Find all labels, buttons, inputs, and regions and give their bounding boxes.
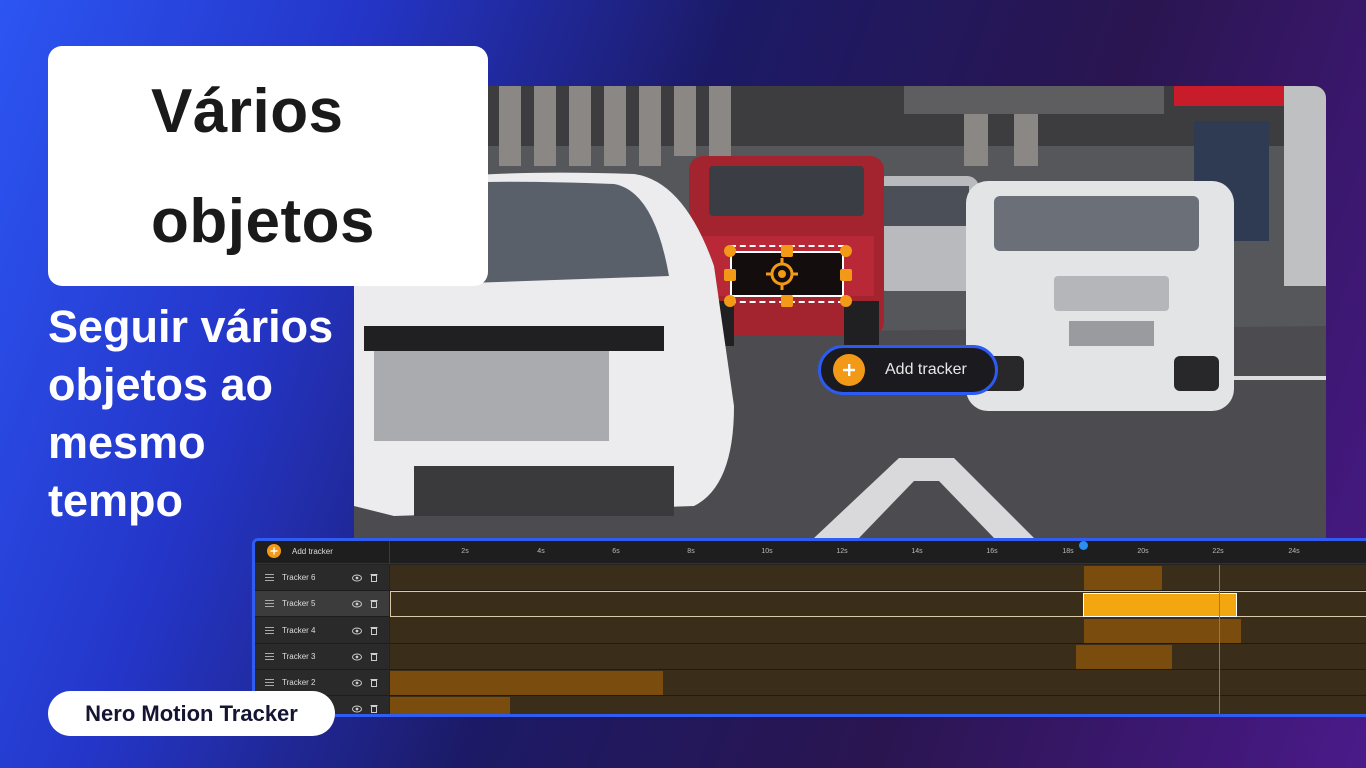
eye-icon[interactable]	[352, 705, 362, 713]
eye-icon[interactable]	[352, 574, 362, 582]
eye-icon[interactable]	[352, 627, 362, 635]
timeline-header: Add tracker 2s 4s 6s 8s 10s 12s 14s 16s …	[255, 541, 1366, 564]
resize-handle-top-right[interactable]	[840, 245, 852, 257]
add-tracker-button[interactable]: Add tracker	[818, 345, 998, 395]
playhead-handle[interactable]	[1079, 541, 1088, 550]
drag-handle-icon[interactable]	[265, 627, 274, 634]
subtitle: Seguir vários objetos ao mesmo tempo	[48, 301, 334, 526]
track-segment[interactable]	[1076, 645, 1172, 669]
resize-handle-top[interactable]	[781, 245, 793, 257]
eye-icon[interactable]	[352, 653, 362, 661]
ruler-tick-label: 16s	[986, 548, 998, 555]
trash-icon[interactable]	[370, 678, 378, 687]
track-name: Tracker 2	[282, 678, 316, 687]
ruler-tick-label: 22s	[1212, 548, 1224, 555]
ruler-tick-label: 20s	[1137, 548, 1149, 555]
resize-handle-bottom-right[interactable]	[840, 295, 852, 307]
track-segment[interactable]	[390, 671, 663, 695]
eye-icon[interactable]	[352, 600, 362, 608]
track-name: Tracker 3	[282, 652, 316, 661]
track-row[interactable]: Tracker 3	[255, 644, 389, 670]
ruler-tick-label: 10s	[761, 548, 773, 555]
video-preview[interactable]: Add tracker	[354, 86, 1326, 538]
trash-icon[interactable]	[370, 626, 378, 635]
resize-handle-bottom[interactable]	[781, 295, 793, 307]
drag-handle-icon[interactable]	[265, 653, 274, 660]
resize-handle-top-left[interactable]	[724, 245, 736, 257]
playhead[interactable]	[1219, 565, 1220, 714]
timeline-add-tracker-button[interactable]: Add tracker	[267, 544, 333, 558]
track-name: Tracker 6	[282, 573, 316, 582]
ruler-tick-label: 2s	[461, 548, 469, 555]
time-ruler[interactable]: 2s 4s 6s 8s 10s 12s 14s 16s 18s 20s 22s …	[389, 541, 1366, 564]
drag-handle-icon[interactable]	[265, 679, 274, 686]
track-name: Tracker 5	[282, 599, 316, 608]
ruler-tick-label: 4s	[537, 548, 545, 555]
track-lanes[interactable]	[390, 565, 1366, 714]
ruler-tick-label: 12s	[836, 548, 848, 555]
plus-icon	[267, 544, 281, 558]
eye-icon[interactable]	[352, 679, 362, 687]
track-segment[interactable]	[1084, 566, 1162, 590]
ruler-tick-label: 18s	[1062, 548, 1074, 555]
trash-icon[interactable]	[370, 704, 378, 713]
trash-icon[interactable]	[370, 599, 378, 608]
timeline-add-tracker-label: Add tracker	[292, 546, 333, 556]
ruler-tick-label: 24s	[1288, 548, 1300, 555]
track-segment[interactable]	[1084, 619, 1241, 643]
drag-handle-icon[interactable]	[265, 600, 274, 607]
trash-icon[interactable]	[370, 573, 378, 582]
plus-icon	[833, 354, 865, 386]
track-name: Tracker 4	[282, 626, 316, 635]
trash-icon[interactable]	[370, 652, 378, 661]
track-segment-active[interactable]	[1083, 593, 1237, 617]
track-row[interactable]: Tracker 6	[255, 565, 389, 591]
title-line-1: Vários	[151, 77, 344, 146]
title-line-2: objetos	[151, 187, 375, 256]
resize-handle-right[interactable]	[840, 269, 852, 281]
title-card: Vários objetos	[48, 46, 488, 286]
product-badge: Nero Motion Tracker	[48, 691, 335, 736]
ruler-tick-label: 6s	[612, 548, 620, 555]
crosshair-icon[interactable]	[766, 258, 798, 290]
ruler-tick-label: 8s	[687, 548, 695, 555]
ruler-tick-label: 14s	[911, 548, 923, 555]
track-segment[interactable]	[390, 697, 510, 714]
track-row-selected[interactable]: Tracker 5	[255, 591, 389, 617]
track-row[interactable]: Tracker 4	[255, 618, 389, 644]
add-tracker-label: Add tracker	[885, 361, 967, 378]
timeline-panel: Add tracker 2s 4s 6s 8s 10s 12s 14s 16s …	[252, 538, 1366, 717]
resize-handle-left[interactable]	[724, 269, 736, 281]
resize-handle-bottom-left[interactable]	[724, 295, 736, 307]
drag-handle-icon[interactable]	[265, 574, 274, 581]
street-scene-image	[354, 86, 1326, 538]
